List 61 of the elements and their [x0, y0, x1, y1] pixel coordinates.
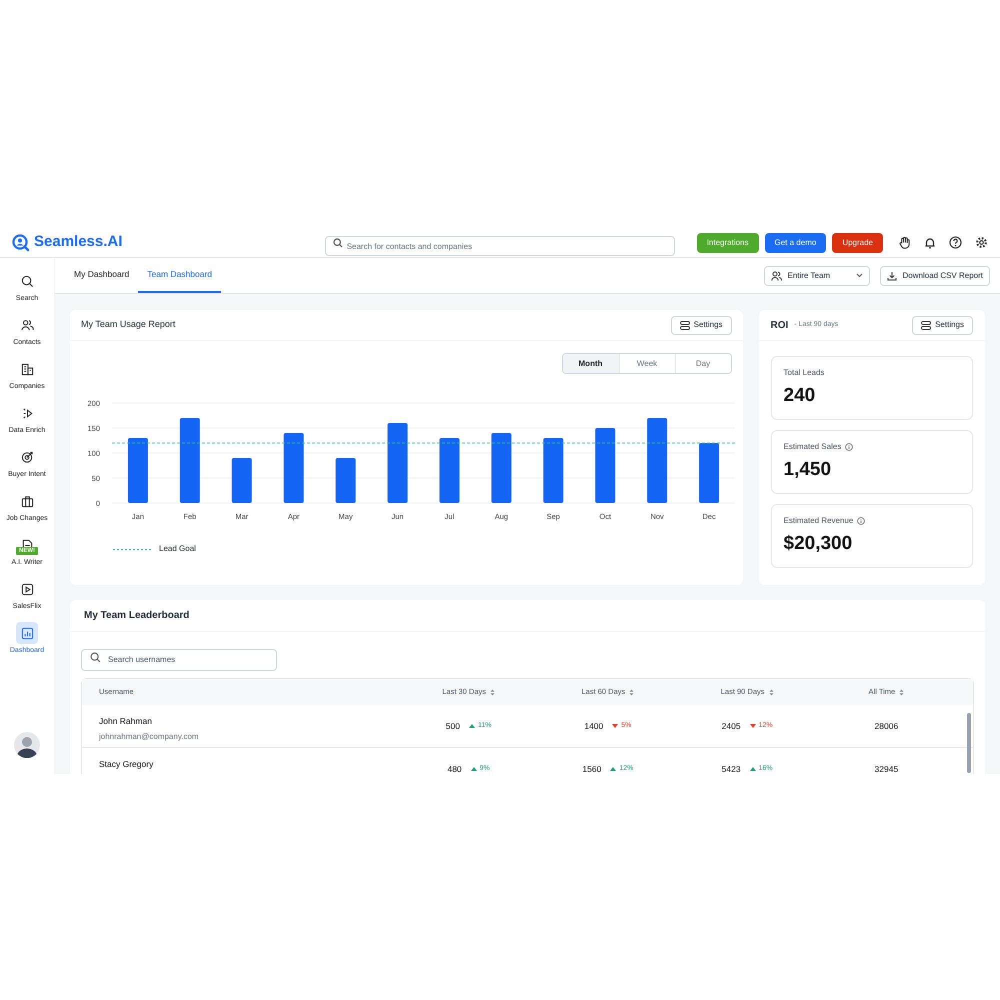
scrollbar[interactable] [967, 713, 971, 773]
stat-label: Estimated Sales [784, 441, 842, 453]
tab[interactable]: My Dashboard [65, 257, 138, 293]
search-icon [90, 652, 101, 662]
table-cell: 5423 [722, 762, 741, 774]
chevron-down-icon [856, 273, 863, 278]
stat-label: Total Leads [784, 367, 824, 379]
period-tab[interactable]: Day [674, 354, 731, 373]
target-icon [20, 450, 34, 464]
play-icon [20, 582, 34, 596]
table-cell: 480 [447, 762, 462, 774]
team-dropdown[interactable]: Entire Team [764, 266, 870, 286]
bar-chart-icon [20, 626, 34, 640]
table-cell: 2405 [722, 720, 741, 732]
stat-value: 240 [784, 384, 816, 408]
card-title: My Team Usage Report [81, 318, 176, 332]
stat-value: 1,450 [784, 458, 832, 482]
people-icon [770, 270, 782, 280]
username-search-field[interactable]: Search usernames [81, 648, 277, 670]
toggles-icon [921, 320, 932, 330]
help-icon[interactable] [949, 236, 962, 249]
avatar-icon[interactable] [14, 732, 40, 758]
hand-icon[interactable] [898, 236, 911, 249]
sort-icon[interactable] [629, 688, 634, 696]
username: John Rahman [99, 715, 153, 728]
upgrade-button[interactable]: Upgrade [832, 232, 883, 252]
download-csv-button[interactable]: Download CSV Report [880, 266, 990, 286]
legend-label: Lead Goal [159, 543, 196, 555]
stat-value: $20,300 [784, 532, 854, 556]
card-title: ROI [770, 318, 788, 332]
table-cell: 1400 [584, 720, 604, 732]
table-cell: 500 [446, 720, 460, 732]
briefcase-icon [20, 494, 34, 508]
search-icon [332, 238, 343, 248]
info-icon[interactable] [845, 443, 854, 451]
stat-label: Estimated Revenue [784, 515, 854, 527]
people-icon [20, 318, 34, 332]
table-cell: 32945 [874, 762, 898, 774]
tab[interactable]: Team Dashboard [138, 257, 222, 293]
user-email: johnrahman@company.com [99, 730, 200, 743]
sort-icon[interactable] [899, 688, 904, 696]
period-tab[interactable]: Month [562, 354, 619, 373]
sort-icon[interactable] [490, 688, 496, 696]
search-field[interactable]: Search for contacts and companies [324, 236, 675, 256]
username: Stacy Gregory [99, 758, 154, 771]
card-title: My Team Leaderboard [84, 609, 190, 623]
table-cell: 1560 [582, 762, 602, 774]
search-icon [20, 274, 34, 288]
logo-icon [12, 234, 30, 252]
goal-legend-line [113, 548, 151, 550]
sort-icon[interactable] [768, 688, 774, 696]
settings-button[interactable]: Settings [912, 316, 973, 334]
demo-button[interactable]: Get a demo [764, 232, 826, 252]
info-icon[interactable] [857, 517, 866, 525]
toggles-icon [680, 320, 690, 330]
logo-text: Seamless.AI [34, 232, 122, 252]
building-icon [20, 362, 34, 376]
table-cell: 28006 [874, 720, 898, 732]
bell-icon[interactable] [924, 236, 936, 248]
settings-button[interactable]: Settings [670, 316, 732, 334]
download-icon [886, 270, 897, 280]
